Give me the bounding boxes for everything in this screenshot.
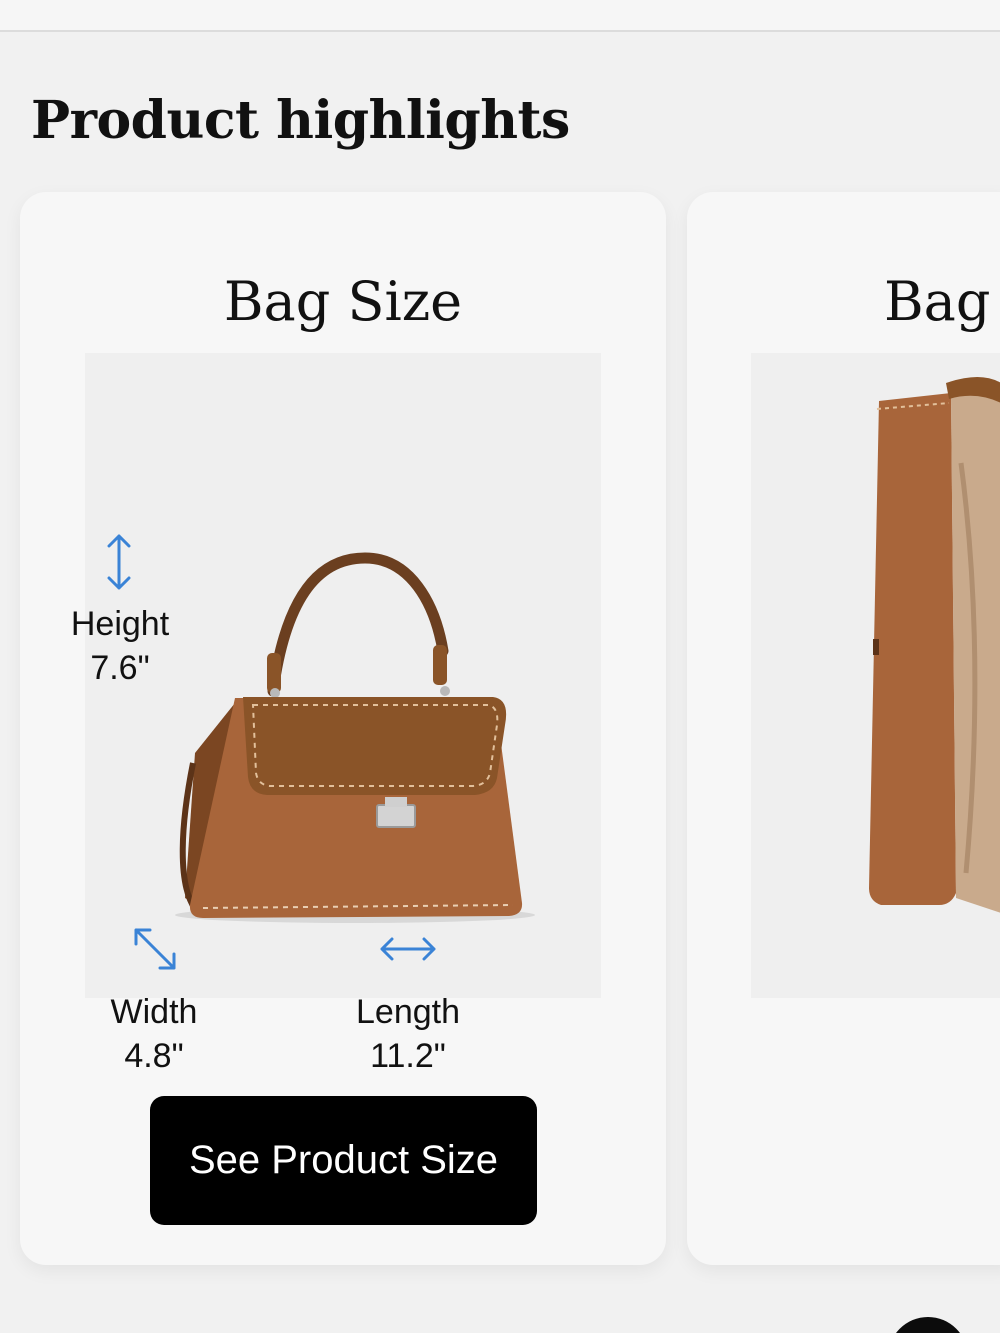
width-value: 4.8" — [124, 1037, 184, 1075]
section-title: Product highlights — [31, 90, 570, 151]
length-label: Length — [356, 993, 460, 1031]
length-value: 11.2" — [370, 1037, 446, 1075]
height-label: Height — [70, 605, 170, 643]
product-highlight-card-next[interactable]: Bag S — [687, 192, 1000, 1265]
see-product-size-button[interactable]: See Product Size — [150, 1096, 537, 1225]
card-title: Bag S — [884, 270, 1000, 333]
height-dimension: Height 7.6" — [20, 602, 220, 690]
vertical-arrow-icon — [107, 534, 131, 590]
height-value: 7.6" — [90, 649, 150, 687]
width-dimension: Width 4.8" — [54, 990, 254, 1078]
product-image — [751, 353, 1000, 998]
card-title: Bag Size — [223, 270, 463, 333]
page: Product highlights Bag Size Height 7.6" … — [0, 0, 1000, 1333]
top-bar — [0, 0, 1000, 32]
floating-action-button[interactable] — [888, 1317, 968, 1333]
open-handbag-image — [869, 377, 1000, 913]
diagonal-arrow-icon — [134, 928, 176, 970]
length-dimension: Length 11.2" — [308, 990, 508, 1078]
width-label: Width — [110, 993, 198, 1031]
horizontal-arrow-icon — [380, 937, 436, 961]
product-highlight-card[interactable]: Bag Size Height 7.6" Width 4.8" Length 1… — [20, 192, 666, 1265]
